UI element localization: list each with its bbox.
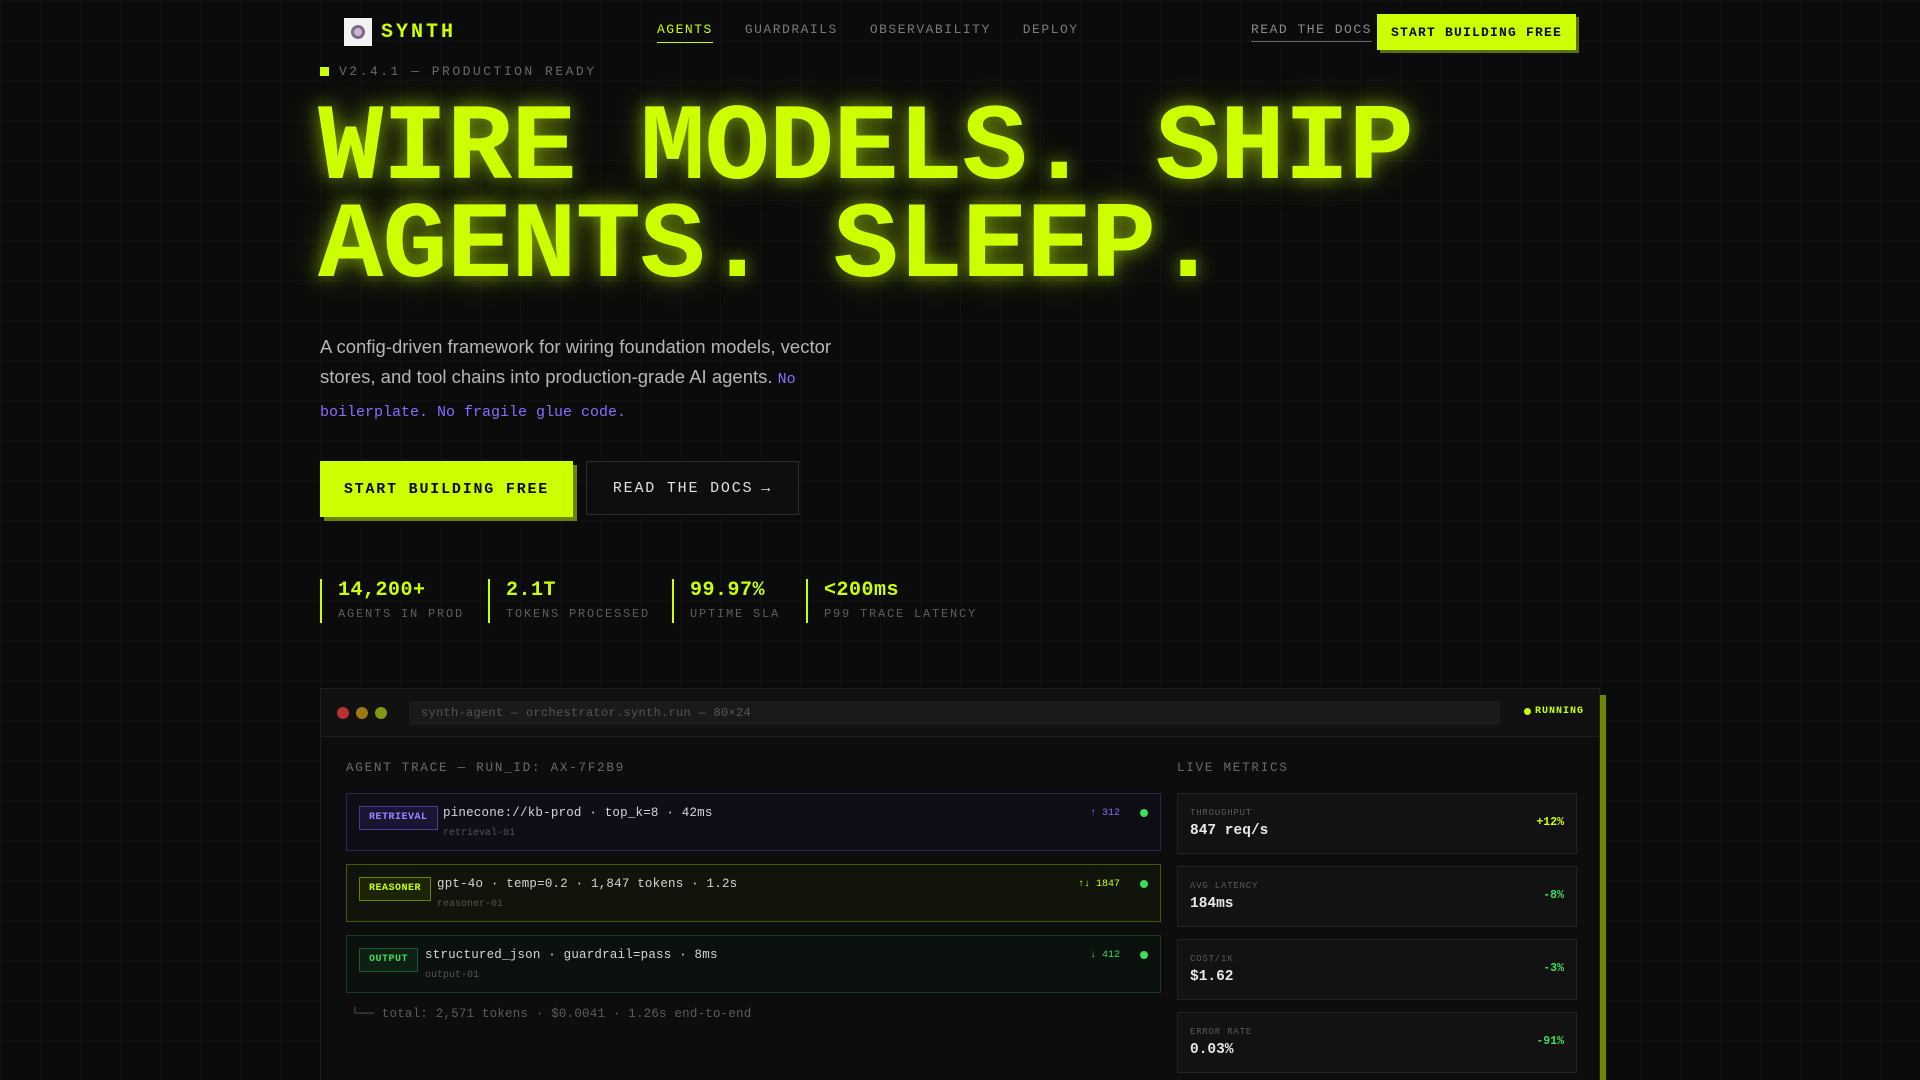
headline-line-2: AGENTS. SLEEP. <box>318 185 1221 309</box>
status-dot-icon <box>1140 809 1148 817</box>
lede-text: A config-driven framework for wiring fou… <box>320 336 832 387</box>
logo-icon <box>344 18 372 46</box>
status-dot-icon <box>1140 880 1148 888</box>
stat-value: 14,200+ <box>338 579 426 602</box>
status-badge: RUNNING <box>1524 706 1584 717</box>
metric-delta: -8% <box>1543 889 1564 902</box>
trace-sub: retrieval-01 <box>443 828 516 839</box>
terminal-address: synth-agent — orchestrator.synth.run — 8… <box>409 701 1500 725</box>
trace-main: structured_json · guardrail=pass · 8ms <box>425 948 718 962</box>
stat-value: 2.1T <box>506 579 557 602</box>
stat-value: 99.97% <box>690 579 766 602</box>
read-docs-button[interactable]: READ THE DOCS → <box>586 461 799 515</box>
nav-cta-button[interactable]: START BUILDING FREE <box>1377 14 1576 50</box>
window-maximize-icon[interactable] <box>375 707 387 719</box>
metric-value: 184ms <box>1190 896 1234 912</box>
headline-line-1: WIRE MODELS. SHIP <box>318 87 1414 211</box>
trace-row[interactable]: RETRIEVAL pinecone://kb-prod · top_k=8 ·… <box>346 793 1161 851</box>
metrics-label: LIVE METRICS <box>1177 761 1289 775</box>
metric-delta: -3% <box>1543 962 1564 975</box>
metric-card-latency: AVG LATENCY 184ms -8% <box>1177 866 1577 927</box>
trace-sub: reasoner-01 <box>437 899 504 910</box>
nav-link-agents[interactable]: AGENTS <box>657 22 713 43</box>
metric-card-cost: COST/1K $1.62 -3% <box>1177 939 1577 1000</box>
trace-meta: ↑ 312 <box>1089 808 1120 819</box>
trace-row[interactable]: OUTPUT structured_json · guardrail=pass … <box>346 935 1161 993</box>
window-close-icon[interactable] <box>337 707 349 719</box>
trace-main: pinecone://kb-prod · top_k=8 · 42ms <box>443 806 713 820</box>
trace-row[interactable]: REASONER gpt-4o · temp=0.2 · 1,847 token… <box>346 864 1161 922</box>
version-square-icon <box>320 67 329 76</box>
trace-sub: output-01 <box>425 970 480 981</box>
trace-total: └── total: 2,571 tokens · $0.0041 · 1.26… <box>351 1007 752 1021</box>
nav-link-deploy[interactable]: DEPLOY <box>1023 22 1079 43</box>
trace-badge: REASONER <box>359 877 432 901</box>
trace-meta: ↑↓ 1847 <box>1077 879 1120 890</box>
stat-agents: 14,200+ AGENTS IN PROD <box>320 579 464 623</box>
stat-label: TOKENS PROCESSED <box>506 607 651 621</box>
brand-logo[interactable]: SYNTH <box>344 18 456 46</box>
terminal-accent-rail <box>1600 695 1606 1080</box>
metric-label: COST/1K <box>1190 954 1234 964</box>
stat-tokens: 2.1T TOKENS PROCESSED <box>488 579 650 623</box>
nav-docs-link[interactable]: READ THE DOCS <box>1251 22 1372 42</box>
start-building-button[interactable]: START BUILDING FREE <box>320 461 573 517</box>
trace-badge: OUTPUT <box>359 948 419 972</box>
stat-value: <200ms <box>824 579 900 602</box>
metric-value: $1.62 <box>1190 969 1234 985</box>
metric-label: ERROR RATE <box>1190 1027 1253 1037</box>
stat-label: AGENTS IN PROD <box>338 607 465 621</box>
trace-meta: ↓ 412 <box>1089 950 1120 961</box>
window-minimize-icon[interactable] <box>356 707 368 719</box>
status-dot-icon <box>1140 951 1148 959</box>
trace-main: gpt-4o · temp=0.2 · 1,847 tokens · 1.2s <box>437 877 738 891</box>
metric-value: 0.03% <box>1190 1042 1234 1058</box>
stat-uptime: 99.97% UPTIME SLA <box>672 579 780 623</box>
trace-label: AGENT TRACE — RUN_ID: AX-7F2B9 <box>346 761 626 775</box>
top-nav: SYNTH AGENTS GUARDRAILS OBSERVABILITY DE… <box>0 0 1920 62</box>
status-dot-icon <box>1524 708 1531 715</box>
version-tag: V2.4.1 — PRODUCTION READY <box>320 64 597 79</box>
nav-link-observability[interactable]: OBSERVABILITY <box>870 22 991 43</box>
metric-label: AVG LATENCY <box>1190 881 1259 891</box>
metric-label: THROUGHPUT <box>1190 808 1253 818</box>
stat-label: UPTIME SLA <box>690 607 781 621</box>
terminal-titlebar: synth-agent — orchestrator.synth.run — 8… <box>321 689 1599 737</box>
terminal-window: synth-agent — orchestrator.synth.run — 8… <box>320 688 1606 1080</box>
status-text: RUNNING <box>1535 706 1585 717</box>
trace-badge: RETRIEVAL <box>359 806 438 830</box>
nav-links: AGENTS GUARDRAILS OBSERVABILITY DEPLOY <box>657 22 1079 43</box>
stat-label: P99 TRACE LATENCY <box>824 607 978 621</box>
metric-card-error-rate: ERROR RATE 0.03% -91% <box>1177 1012 1577 1073</box>
version-text: V2.4.1 — PRODUCTION READY <box>339 64 597 79</box>
brand-name: SYNTH <box>381 20 457 44</box>
hero-lede: A config-driven framework for wiring fou… <box>320 332 880 428</box>
hero-headline: WIRE MODELS. SHIP AGENTS. SLEEP. <box>318 87 1818 309</box>
nav-link-guardrails[interactable]: GUARDRAILS <box>745 22 838 43</box>
metric-card-throughput: THROUGHPUT 847 req/s +12% <box>1177 793 1577 854</box>
metric-delta: +12% <box>1536 816 1564 829</box>
read-docs-label: READ THE DOCS <box>612 479 754 497</box>
arrow-right-icon: → <box>761 479 773 497</box>
metric-value: 847 req/s <box>1190 823 1269 839</box>
metric-delta: -91% <box>1536 1035 1564 1048</box>
stat-latency: <200ms P99 TRACE LATENCY <box>806 579 977 623</box>
